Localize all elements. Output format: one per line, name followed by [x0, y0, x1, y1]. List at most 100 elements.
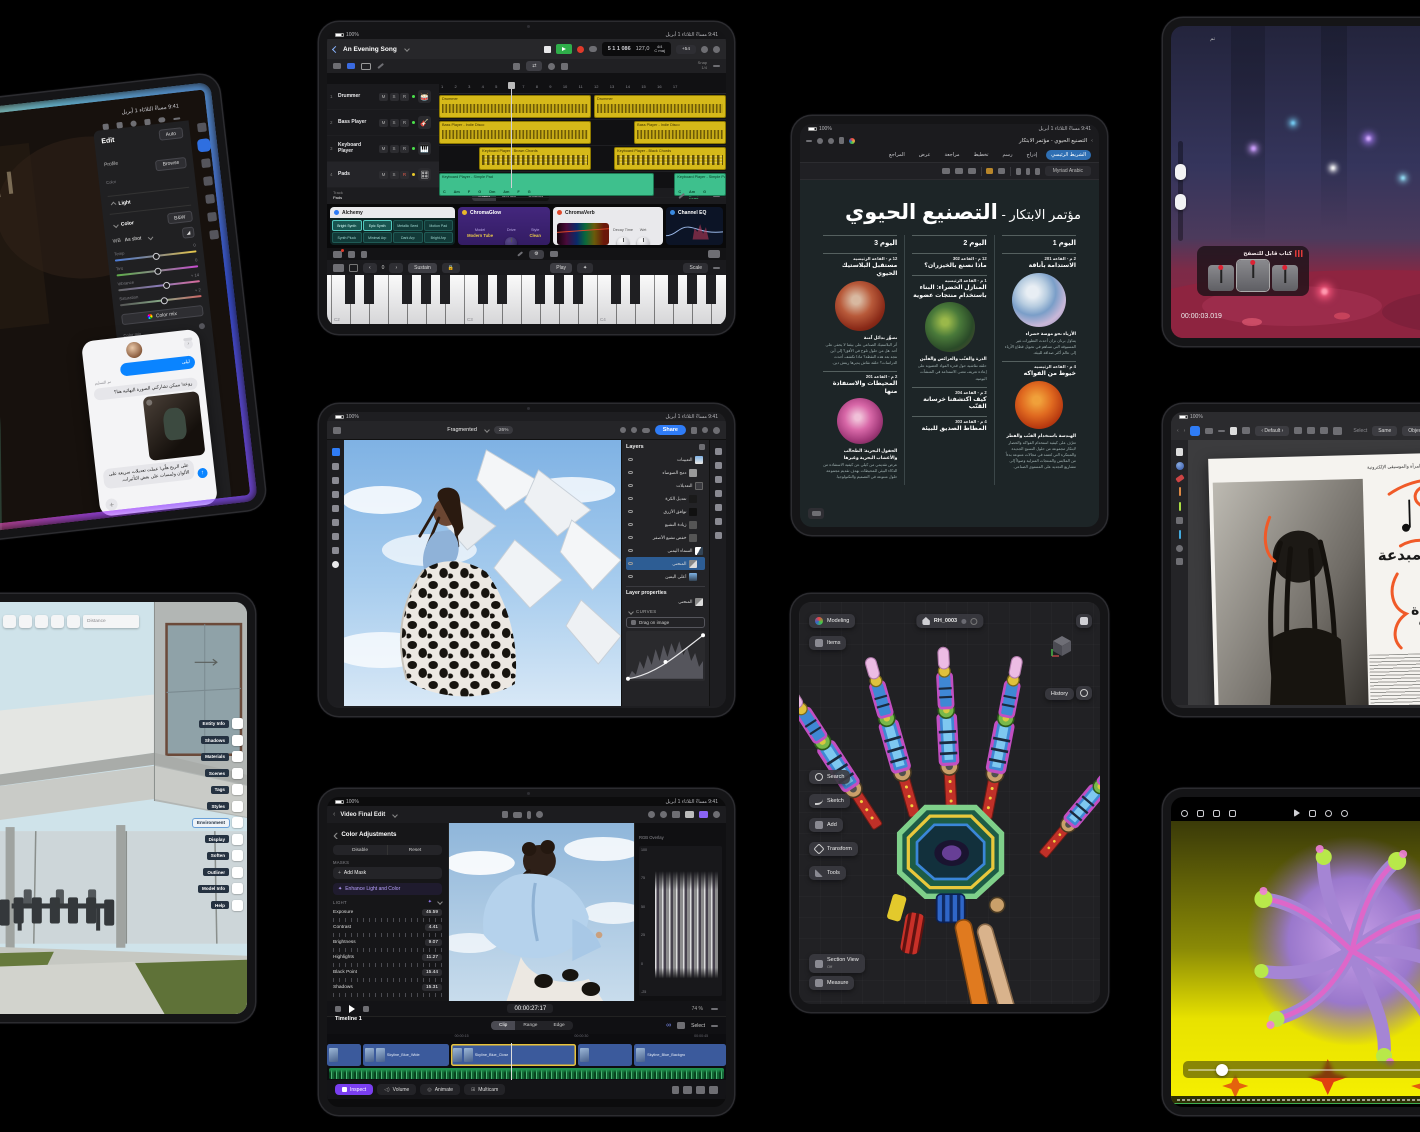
forward-icon[interactable]: ›	[1184, 428, 1186, 434]
section-view-button[interactable]: Section ViewOff	[809, 954, 865, 973]
more-icon[interactable]	[713, 65, 720, 67]
auto-button[interactable]: Auto	[158, 127, 183, 141]
tab-review[interactable]: مراجعة	[940, 150, 965, 160]
entity-info-icon[interactable]	[232, 718, 243, 729]
doc-title[interactable]: Fragmented	[447, 427, 477, 433]
export-icon[interactable]	[1229, 810, 1236, 817]
loops-icon[interactable]	[348, 251, 355, 258]
inspect-button[interactable]: Inspect	[335, 1084, 373, 1095]
brush-tool-icon[interactable]	[1175, 474, 1184, 483]
indent-icon[interactable]	[942, 168, 950, 174]
tab-view[interactable]: عرض	[914, 150, 936, 160]
transform-icon[interactable]	[1294, 427, 1302, 434]
color-chip[interactable]	[332, 561, 339, 568]
curves-section[interactable]: CURVES	[636, 609, 657, 614]
drag-on-image-button[interactable]: Drag on image	[626, 617, 705, 628]
lock-icon[interactable]: 🔒	[442, 263, 460, 273]
align-icon[interactable]	[1320, 427, 1328, 434]
redo-icon[interactable]	[19, 615, 32, 628]
render-canvas[interactable]	[1171, 821, 1420, 1104]
notifications-icon[interactable]	[67, 615, 80, 628]
font-selector[interactable]: Myriad Arabic	[1045, 166, 1091, 176]
disable-icon[interactable]	[648, 811, 655, 818]
split-left-icon[interactable]	[696, 1086, 705, 1094]
help-button[interactable]: Help	[211, 900, 243, 911]
curves-editor[interactable]	[626, 631, 705, 681]
export-icon[interactable]	[715, 532, 722, 539]
export-button[interactable]	[1076, 614, 1092, 628]
search-tool[interactable]: Search	[809, 770, 850, 784]
back-icon[interactable]	[332, 45, 339, 52]
timeline-clip-selected[interactable]: Skyline_Blue_Close	[451, 1044, 577, 1066]
lcd-display[interactable]: 5 1 1 086127,0 4/4C maj	[602, 42, 671, 56]
cloud-icon[interactable]	[642, 428, 650, 433]
stop-icon[interactable]	[1309, 810, 1316, 817]
record-enable-button[interactable]: R	[400, 145, 409, 153]
split-keyboard-icon[interactable]	[349, 264, 358, 272]
shape-tool-icon[interactable]	[1176, 558, 1183, 565]
underline-icon[interactable]	[1016, 168, 1021, 175]
help-icon[interactable]	[232, 900, 243, 911]
pad-region[interactable]: Keyboard Player - Simple PadC Am F G Dm …	[439, 173, 654, 196]
environment-icon[interactable]	[232, 817, 243, 828]
bass-guitar-icon[interactable]: 🎸	[418, 116, 431, 129]
share-icon[interactable]	[144, 119, 151, 126]
help-icon[interactable]	[702, 427, 708, 433]
more-icon[interactable]	[713, 267, 720, 269]
audio-region[interactable]: Bass Player - Indie Disco	[634, 121, 726, 144]
layer-row[interactable]: تعديل الكرة	[626, 492, 705, 505]
scale-button[interactable]: Scale	[683, 263, 708, 273]
display-button[interactable]: Display	[205, 834, 243, 845]
metronome-icon[interactable]	[701, 46, 708, 53]
saturation-slider[interactable]: Saturation+ 2	[119, 287, 202, 306]
document-canvas[interactable]: مؤتمر الابتكار - التصنيع الحيوي اليوم 1 …	[800, 180, 1099, 527]
styles-button[interactable]: Styles	[207, 801, 243, 812]
avatar[interactable]	[125, 341, 143, 359]
pen-tool-icon[interactable]	[1179, 502, 1181, 511]
project-title[interactable]: An Evening Song	[343, 46, 397, 53]
eye-icon[interactable]	[628, 471, 633, 475]
settings-icon[interactable]	[1341, 810, 1348, 817]
camera-icon[interactable]	[333, 251, 342, 258]
comments-icon[interactable]	[715, 476, 722, 483]
keyboard-panel-icon[interactable]	[708, 250, 720, 258]
exposure-slider[interactable]: Exposure45.59	[333, 909, 442, 922]
eye-icon[interactable]	[628, 497, 633, 501]
snap-mode-button[interactable]: ⇄	[526, 61, 542, 71]
pencil-icon[interactable]	[377, 63, 383, 69]
play-surface-button[interactable]: Play	[550, 263, 572, 273]
layer-row[interactable]: توافق الأزرق	[626, 505, 705, 518]
layer-group-row[interactable]: التعديلات	[626, 479, 705, 492]
redo-icon[interactable]	[631, 427, 637, 433]
tab-range[interactable]: Range	[515, 1021, 545, 1030]
display-icon[interactable]	[232, 834, 243, 845]
drive-knob[interactable]	[505, 237, 517, 245]
hand-tool-icon[interactable]	[1242, 427, 1250, 434]
cursor-tool-icon[interactable]	[1230, 427, 1237, 435]
eye-icon[interactable]	[628, 562, 633, 566]
tab-home[interactable]: الشريط الرئيسي	[1046, 150, 1091, 160]
preset-cell[interactable]: Bright Synth	[332, 220, 362, 231]
photo-message[interactable]	[143, 391, 206, 461]
brush-size-slider[interactable]	[1178, 141, 1183, 241]
wet-knob[interactable]	[637, 237, 649, 245]
tracks-view-icon[interactable]	[333, 63, 341, 69]
tab-layout[interactable]: تخطيط	[969, 150, 994, 160]
timeline-ruler[interactable]: 00:00:15 00:00:30 00:00:45	[327, 1034, 726, 1043]
menu-icon[interactable]	[1205, 428, 1213, 434]
versions-icon[interactable]	[209, 230, 219, 240]
timeline-clip[interactable]	[327, 1044, 361, 1066]
play-button[interactable]	[556, 44, 572, 54]
more-icon[interactable]	[713, 811, 720, 818]
preset-cell[interactable]: Minimal Arp	[363, 232, 393, 243]
scenes-icon[interactable]	[232, 768, 243, 779]
undo-icon[interactable]	[116, 122, 123, 129]
soften-button[interactable]: Soften	[207, 850, 243, 861]
text-tool-icon[interactable]	[332, 533, 339, 540]
gear-icon[interactable]	[51, 615, 64, 628]
modeling-button[interactable]: Modeling	[809, 614, 855, 628]
marker-tool-icon[interactable]	[1179, 530, 1181, 539]
frame-thumbnail-current[interactable]	[1237, 260, 1269, 291]
more-icon[interactable]	[173, 117, 180, 120]
audio-region[interactable]: Drummer	[439, 95, 591, 118]
